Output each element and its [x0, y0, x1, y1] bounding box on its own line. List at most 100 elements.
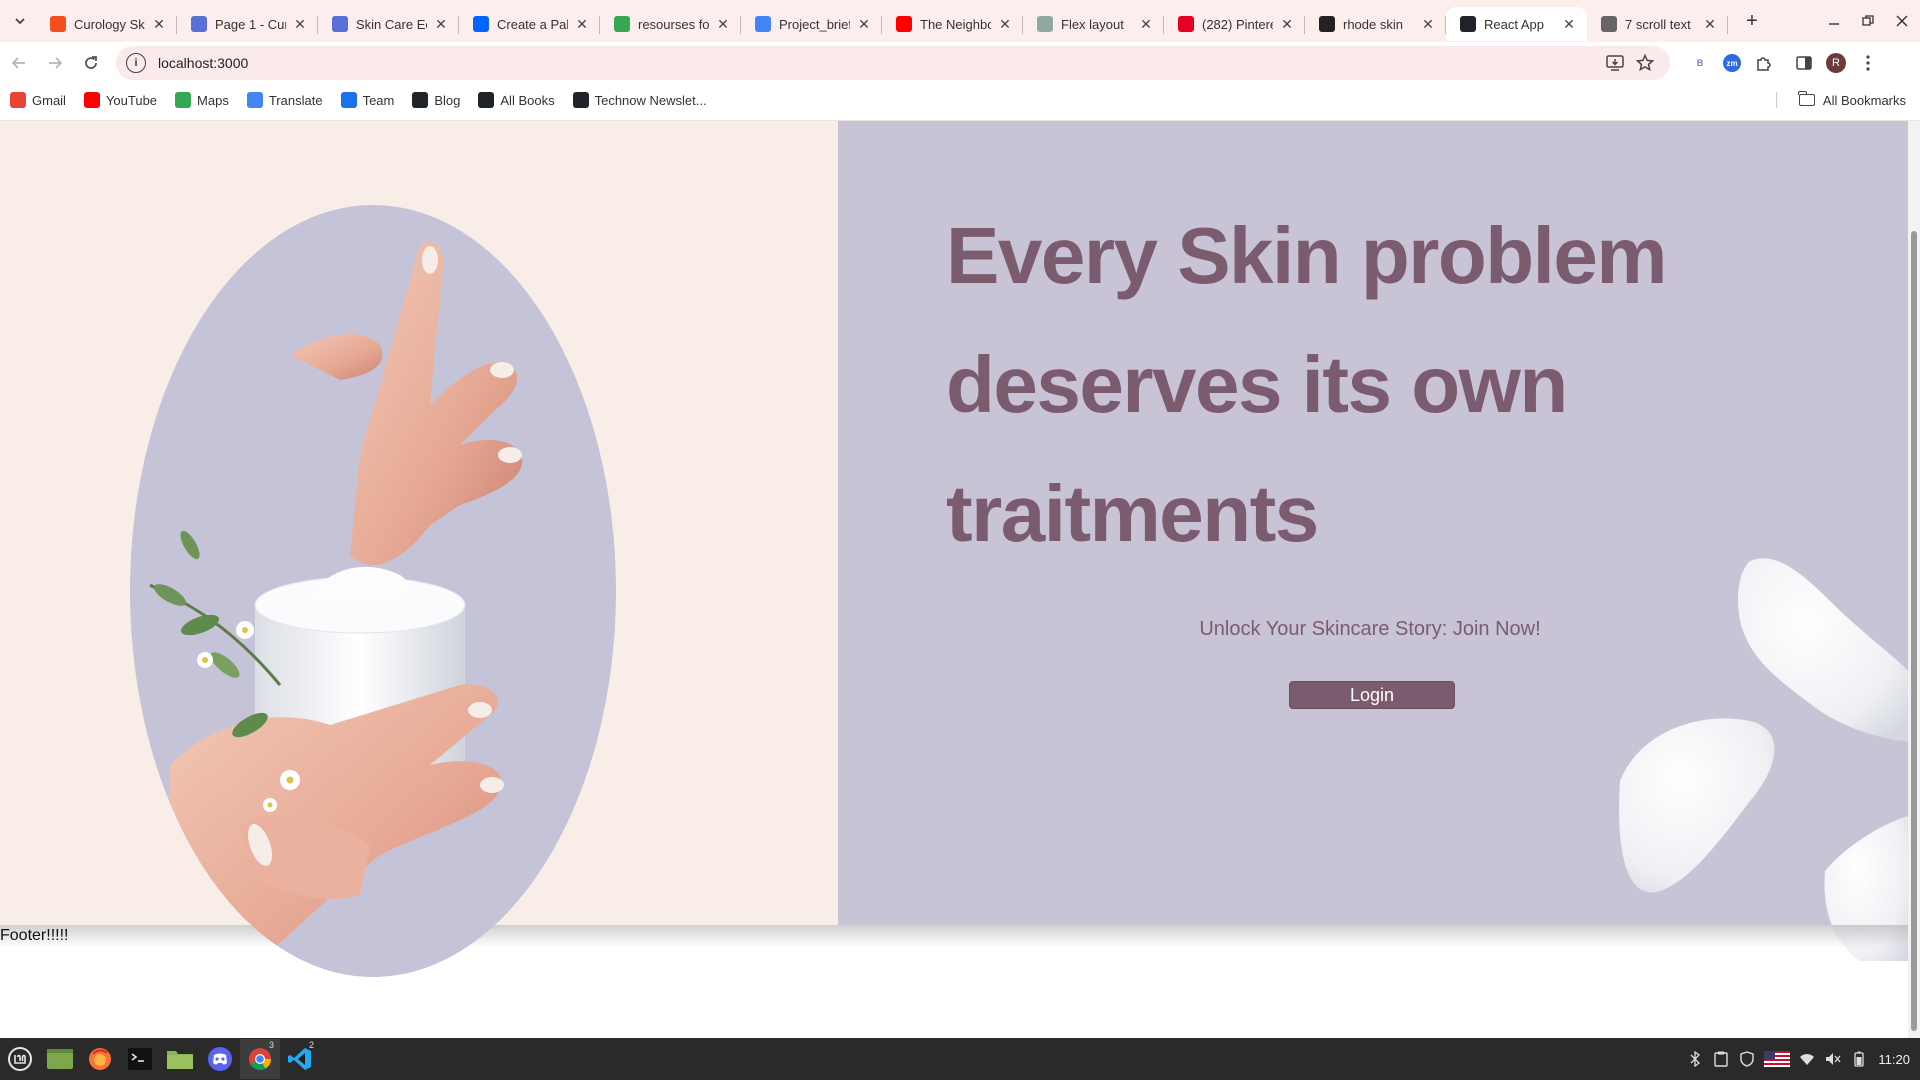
forward-button[interactable] [38, 46, 72, 80]
browser-tab[interactable]: Skin Care Ecommerce ✕ [318, 7, 459, 41]
bookmark-star-icon[interactable] [1630, 48, 1660, 78]
battery-icon[interactable] [1846, 1046, 1872, 1072]
tab-close-icon[interactable]: ✕ [715, 16, 731, 32]
bookmark-item[interactable]: Maps [175, 92, 229, 108]
tab-title: Page 1 - Curology [215, 16, 286, 32]
volume-icon[interactable] [1820, 1046, 1846, 1072]
youtube-icon [896, 16, 912, 32]
tab-strip: Curology Skin✕Page 1 - Curology✕Skin Car… [0, 0, 1920, 42]
browser-tab[interactable]: rhode skin ✕ [1305, 7, 1446, 41]
tab-close-icon[interactable]: ✕ [574, 16, 590, 32]
site-info-icon[interactable]: i [126, 53, 146, 73]
coolors-icon [473, 16, 489, 32]
tab-title: (282) Pinterest [1202, 16, 1273, 32]
hero-section: Every Skin problem deserves its own trai… [0, 121, 1908, 977]
tab-close-icon[interactable]: ✕ [151, 16, 167, 32]
bookmark-label: Blog [434, 92, 461, 108]
pinterest-icon [1178, 16, 1194, 32]
tab-title: Create a Palette [497, 16, 568, 32]
terminal-icon[interactable] [120, 1039, 160, 1079]
browser-tab[interactable]: (282) Pinterest ✕ [1164, 7, 1305, 41]
extension-b-icon[interactable]: B [1684, 47, 1716, 79]
shield-icon[interactable] [1734, 1046, 1760, 1072]
reload-button[interactable] [74, 46, 108, 80]
tab-search-icon[interactable] [4, 5, 36, 37]
video-icon [332, 16, 348, 32]
tab-close-icon[interactable]: ✕ [1420, 16, 1436, 32]
firefox-icon[interactable] [80, 1039, 120, 1079]
hero-oval-image [130, 205, 616, 977]
all-bookmarks-button[interactable]: All Bookmarks [1798, 84, 1906, 116]
hero-subtitle: Unlock Your Skincare Story: Join Now! [1199, 618, 1541, 640]
tab-title: resourses for [638, 16, 709, 32]
hero-headline: Every Skin problem deserves its own trai… [946, 211, 1667, 558]
taskbar-clock[interactable]: 11:20 [1878, 1052, 1910, 1067]
bookmark-item[interactable]: Blog [412, 92, 460, 108]
desktop-icon[interactable] [40, 1039, 80, 1079]
docs-icon [755, 16, 771, 32]
tab-close-icon[interactable]: ✕ [1561, 16, 1577, 32]
chrome-icon[interactable]: 3 [240, 1039, 280, 1079]
wifi-icon[interactable] [1794, 1046, 1820, 1072]
us-flag-icon[interactable] [1760, 1046, 1794, 1072]
figma-icon [50, 16, 66, 32]
vscode-icon[interactable]: 2 [280, 1039, 320, 1079]
bookmark-label: Maps [197, 92, 229, 108]
restore-button[interactable] [1852, 5, 1884, 37]
address-bar[interactable]: i localhost:3000 [116, 46, 1670, 80]
browser-tab[interactable]: Page 1 - Curology ✕ [177, 7, 318, 41]
scrollbar-thumb[interactable] [1911, 231, 1917, 1031]
clipboard-icon[interactable] [1708, 1046, 1734, 1072]
tab-close-icon[interactable]: ✕ [1138, 16, 1154, 32]
login-button[interactable]: Login [1289, 681, 1455, 709]
browser-tab[interactable]: 7 scroll text ✕ [1587, 7, 1728, 41]
vscode-window-count: 2 [308, 1040, 314, 1050]
tab-title: React App [1484, 16, 1544, 32]
bookmark-item[interactable]: All Books [478, 92, 555, 108]
side-panel-icon[interactable] [1788, 47, 1820, 79]
browser-tab[interactable]: React App ✕ [1446, 7, 1587, 41]
tab-close-icon[interactable]: ✕ [856, 16, 872, 32]
folder-icon [1798, 91, 1815, 106]
browser-tab[interactable]: Curology Skin ✕ [36, 7, 177, 41]
profile-avatar[interactable]: R [1820, 47, 1852, 79]
browser-tab[interactable]: Create a Palette ✕ [459, 7, 600, 41]
install-app-icon[interactable] [1600, 48, 1630, 78]
chrome-window-count: 3 [268, 1040, 274, 1050]
minimize-button[interactable] [1818, 5, 1850, 37]
tab-title: Project_brief [779, 16, 850, 32]
tab-title: rhode skin [1343, 16, 1403, 32]
browser-menu-icon[interactable] [1852, 47, 1884, 79]
tab-close-icon[interactable]: ✕ [292, 16, 308, 32]
discord-icon[interactable] [200, 1039, 240, 1079]
url-text[interactable]: localhost:3000 [158, 55, 1600, 71]
tab-close-icon[interactable]: ✕ [1702, 16, 1718, 32]
bookmark-item[interactable]: YouTube [83, 92, 157, 108]
maps-icon [175, 92, 192, 108]
bookmark-item[interactable]: Technow Newslet... [572, 92, 707, 108]
back-button[interactable] [2, 46, 36, 80]
bluetooth-icon[interactable] [1682, 1046, 1708, 1072]
new-tab-button[interactable]: + [1738, 7, 1766, 35]
browser-tab[interactable]: resourses for ✕ [600, 7, 741, 41]
close-window-button[interactable] [1886, 5, 1918, 37]
bookmark-item[interactable]: Gmail [10, 92, 66, 108]
zoom-extension-icon[interactable]: zm [1716, 47, 1748, 79]
system-tray: 11:20 [1682, 1038, 1920, 1080]
cream-swatch-decoration [1600, 541, 1908, 961]
page-scrollbar[interactable] [1908, 121, 1920, 1038]
browser-tab[interactable]: Flex layout ✕ [1023, 7, 1164, 41]
files-icon[interactable] [160, 1039, 200, 1079]
bookmark-item[interactable]: Team [340, 92, 394, 108]
tab-close-icon[interactable]: ✕ [1279, 16, 1295, 32]
mint-menu-icon[interactable] [0, 1039, 40, 1079]
extensions-puzzle-icon[interactable] [1748, 47, 1780, 79]
bookmark-item[interactable]: Translate [246, 92, 323, 108]
tab-close-icon[interactable]: ✕ [997, 16, 1013, 32]
tab-close-icon[interactable]: ✕ [433, 16, 449, 32]
drive-icon [614, 16, 630, 32]
video-icon [191, 16, 207, 32]
browser-tab[interactable]: The Neighbourhood ✕ [882, 7, 1023, 41]
browser-tab[interactable]: Project_brief ✕ [741, 7, 882, 41]
tab-title: The Neighbourhood [920, 16, 991, 32]
